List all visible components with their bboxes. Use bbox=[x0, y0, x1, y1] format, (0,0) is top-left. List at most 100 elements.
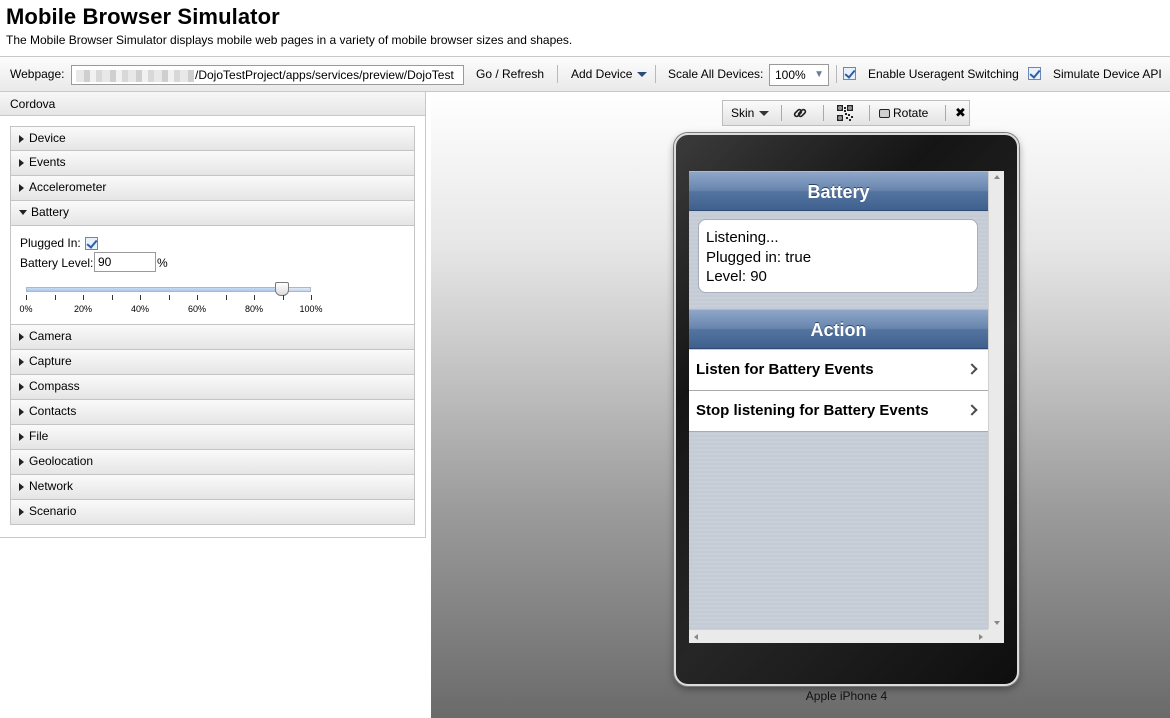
status-line: Level: 90 bbox=[706, 268, 767, 285]
slider-tick bbox=[140, 295, 141, 300]
slider-tick-label: 0% bbox=[19, 304, 33, 314]
accordion-label: Network bbox=[29, 479, 74, 493]
slider-tick-label: 20% bbox=[73, 304, 93, 314]
accordion-item-device[interactable]: Device bbox=[10, 126, 415, 151]
toolbar-divider bbox=[823, 105, 824, 121]
panel-title: Cordova bbox=[0, 92, 425, 116]
scroll-down-icon[interactable] bbox=[994, 621, 1000, 625]
go-refresh-button[interactable]: Go / Refresh bbox=[476, 57, 544, 91]
slider-tick-label: 60% bbox=[187, 304, 207, 314]
chevron-down-icon bbox=[759, 111, 770, 117]
status-line: Listening... bbox=[706, 229, 779, 246]
close-icon[interactable]: ✖ bbox=[955, 101, 966, 125]
scroll-right-icon[interactable] bbox=[979, 634, 983, 640]
accordion-label: Scenario bbox=[29, 504, 77, 518]
slider-tick-labels: 0% 20% 40% 60% 80% 100% bbox=[19, 304, 322, 316]
stop-listening-battery-events-item[interactable]: Stop listening for Battery Events bbox=[689, 391, 988, 432]
toolbar-divider bbox=[557, 65, 558, 83]
slider-tick bbox=[225, 295, 227, 300]
horizontal-scrollbar[interactable] bbox=[689, 629, 988, 643]
app-header: Mobile Browser Simulator The Mobile Brow… bbox=[0, 0, 1170, 55]
accordion-item-camera[interactable]: Camera bbox=[10, 325, 415, 350]
webpage-url-input[interactable]: /DojoTestProject/apps/services/preview/D… bbox=[71, 65, 464, 85]
chevron-right-icon bbox=[966, 363, 978, 375]
accordion-item-contacts[interactable]: Contacts bbox=[10, 400, 415, 425]
slider-tick bbox=[111, 295, 113, 300]
app-title: Mobile Browser Simulator bbox=[6, 4, 280, 29]
triangle-right-icon bbox=[19, 357, 24, 366]
accordion-item-accelerometer[interactable]: Accelerometer bbox=[10, 176, 415, 201]
triangle-right-icon bbox=[19, 432, 24, 441]
slider-handle[interactable] bbox=[274, 282, 289, 296]
scale-select[interactable]: 100% ▼ bbox=[769, 64, 829, 86]
skin-label: Skin bbox=[731, 106, 755, 120]
triangle-right-icon bbox=[19, 407, 24, 416]
url-redacted bbox=[76, 69, 194, 82]
battery-level-input[interactable]: 90 bbox=[94, 252, 156, 272]
accordion-item-battery[interactable]: Battery bbox=[10, 201, 415, 226]
useragent-checkbox[interactable] bbox=[843, 67, 856, 80]
slider-tick bbox=[254, 295, 255, 300]
link-icon[interactable] bbox=[791, 104, 809, 122]
triangle-down-icon bbox=[19, 210, 27, 216]
url-text: /DojoTestProject/apps/services/preview/D… bbox=[195, 68, 454, 82]
triangle-right-icon bbox=[19, 158, 24, 167]
slider-tick-label: 80% bbox=[244, 304, 264, 314]
app-subtitle: The Mobile Browser Simulator displays mo… bbox=[6, 33, 573, 47]
simulate-api-label: Simulate Device API bbox=[1053, 67, 1162, 81]
slider-tick bbox=[26, 295, 27, 300]
triangle-right-icon bbox=[19, 134, 24, 143]
action-list: Listen for Battery Events Stop listening… bbox=[689, 350, 988, 432]
qr-code-icon[interactable] bbox=[836, 104, 854, 122]
accordion-item-events[interactable]: Events bbox=[10, 151, 415, 176]
device-stage: Skin Rotate ✖ Battery Listening... Plugg… bbox=[431, 92, 1170, 718]
accordion-label: Camera bbox=[29, 329, 72, 343]
slider-tick bbox=[197, 295, 198, 300]
slider-tick-label: 40% bbox=[130, 304, 150, 314]
rotate-button[interactable]: Rotate bbox=[879, 101, 928, 125]
accordion-item-compass[interactable]: Compass bbox=[10, 375, 415, 400]
triangle-right-icon bbox=[19, 507, 24, 516]
useragent-label: Enable Useragent Switching bbox=[868, 67, 1019, 81]
plugged-in-checkbox[interactable] bbox=[85, 237, 98, 250]
accordion-label: Compass bbox=[29, 379, 80, 393]
accordion-label: Events bbox=[29, 155, 66, 169]
add-device-label: Add Device bbox=[571, 67, 633, 81]
accordion-label: Device bbox=[29, 131, 66, 145]
scale-value: 100% bbox=[775, 68, 806, 82]
chevron-right-icon bbox=[966, 404, 978, 416]
accordion-item-network[interactable]: Network bbox=[10, 475, 415, 500]
api-accordion: Device Events Accelerometer Battery Plug… bbox=[10, 126, 415, 525]
listen-battery-events-item[interactable]: Listen for Battery Events bbox=[689, 350, 988, 391]
scroll-left-icon[interactable] bbox=[694, 634, 698, 640]
device-screen: Battery Listening... Plugged in: true Le… bbox=[689, 171, 1004, 643]
list-item-label: Stop listening for Battery Events bbox=[696, 402, 929, 419]
scroll-up-icon[interactable] bbox=[994, 175, 1000, 179]
accordion-label: Capture bbox=[29, 354, 72, 368]
rotate-icon bbox=[879, 109, 890, 118]
slider-tick bbox=[282, 295, 284, 300]
plugged-in-label: Plugged In: bbox=[20, 236, 81, 250]
slider-tick bbox=[54, 295, 56, 300]
accordion-item-file[interactable]: File bbox=[10, 425, 415, 450]
skin-button[interactable]: Skin bbox=[731, 101, 770, 125]
accordion-item-scenario[interactable]: Scenario bbox=[10, 500, 415, 525]
vertical-scrollbar[interactable] bbox=[988, 171, 1004, 629]
accordion-label: Accelerometer bbox=[29, 180, 107, 194]
scrollbar-corner bbox=[988, 629, 1004, 643]
percent-unit: % bbox=[157, 256, 168, 270]
triangle-right-icon bbox=[19, 382, 24, 391]
slider-tick bbox=[83, 295, 84, 300]
accordion-item-capture[interactable]: Capture bbox=[10, 350, 415, 375]
accordion-item-geolocation[interactable]: Geolocation bbox=[10, 450, 415, 475]
device-toolbar: Skin Rotate ✖ bbox=[722, 100, 970, 126]
simulate-api-checkbox[interactable] bbox=[1028, 67, 1041, 80]
toolbar-divider bbox=[945, 105, 946, 121]
slider-tick bbox=[168, 295, 170, 300]
add-device-button[interactable]: Add Device bbox=[571, 57, 648, 91]
slider-tick-label: 100% bbox=[299, 304, 323, 314]
slider-fill bbox=[27, 288, 282, 291]
battery-level-slider[interactable] bbox=[26, 282, 311, 296]
triangle-right-icon bbox=[19, 482, 24, 491]
toolbar-divider bbox=[781, 105, 782, 121]
